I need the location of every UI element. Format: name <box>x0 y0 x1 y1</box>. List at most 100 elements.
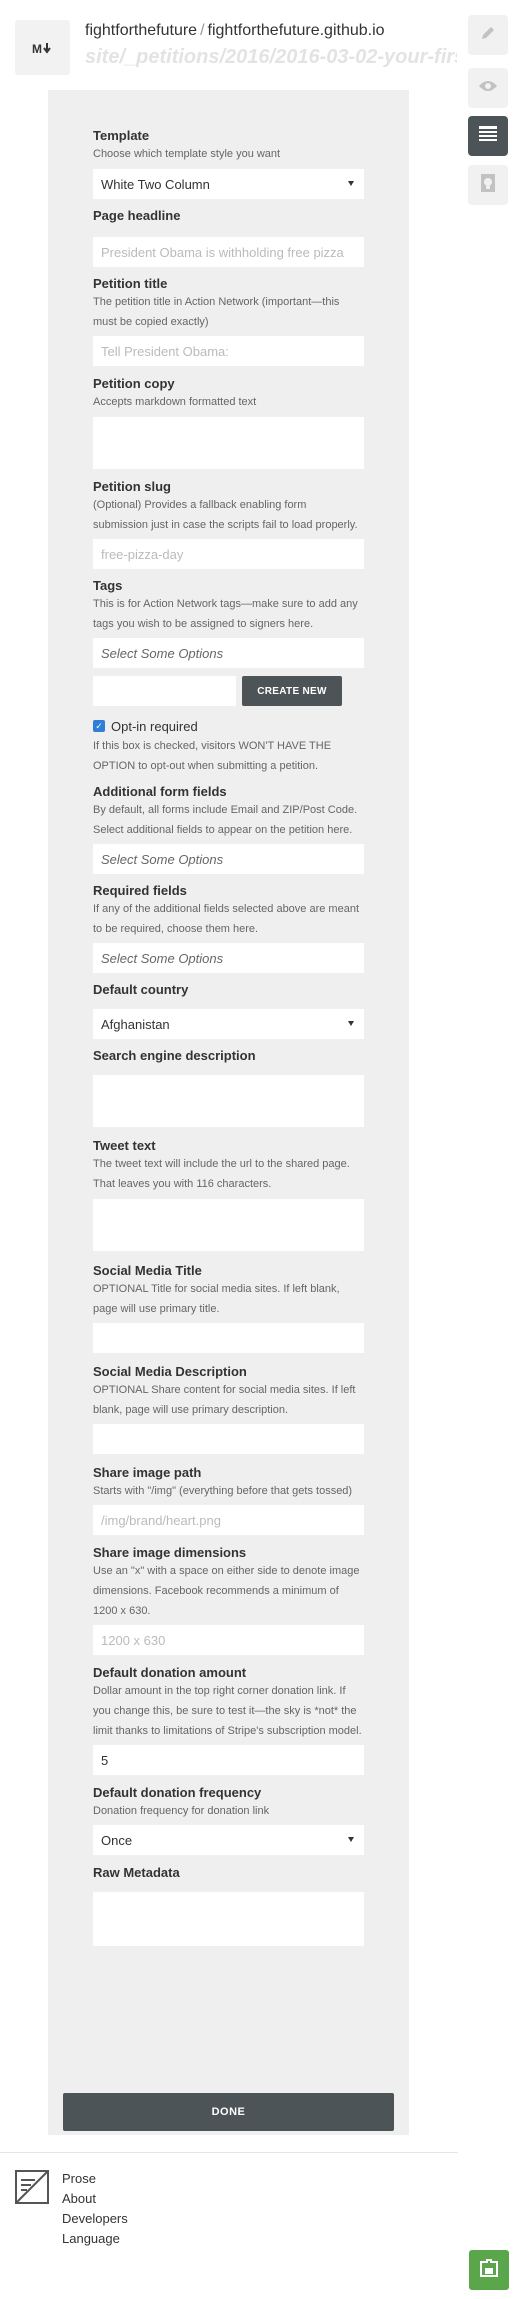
select-value: White Two Column <box>101 176 210 192</box>
optin-field: ✓ Opt-in required If this box is checked… <box>93 718 364 776</box>
repo-name-link[interactable]: fightforthefuture.github.io <box>208 22 385 39</box>
additional-fields-field: Additional form fields By default, all f… <box>93 784 364 874</box>
petition-title-field: Petition title The petition title in Act… <box>93 276 364 366</box>
tags-multiselect[interactable]: Select Some Options <box>93 638 364 668</box>
field-help: OPTIONAL Title for social media sites. I… <box>93 1283 340 1315</box>
field-label: Default country <box>93 982 189 997</box>
input-placeholder: Tell President Obama: <box>101 343 229 359</box>
input-value: 5 <box>101 1752 109 1768</box>
search-description-field: Search engine description <box>93 1048 364 1127</box>
list-icon <box>479 125 497 147</box>
default-country-field: Default country Afghanistan <box>93 982 364 1039</box>
petition-slug-input[interactable]: free-pizza-day <box>93 539 364 569</box>
field-help: By default, all forms include Email and … <box>93 804 358 836</box>
input-placeholder: Select Some Options <box>101 950 224 966</box>
footer-link-about[interactable]: About <box>62 2189 128 2209</box>
done-button[interactable]: DONE <box>63 2093 394 2131</box>
field-help: Starts with "/img" (everything before th… <box>93 1485 353 1497</box>
tweet-text-field: Tweet text The tweet text will include t… <box>93 1138 364 1251</box>
share-image-path-input[interactable]: /img/brand/heart.png <box>93 1505 364 1535</box>
markdown-logo-icon[interactable]: M <box>15 20 70 75</box>
save-button[interactable] <box>469 2250 509 2290</box>
field-help: This is for Action Network tags—make sur… <box>93 598 358 630</box>
share-image-dimensions-field: Share image dimensions Use an "x" with a… <box>93 1545 364 1655</box>
share-image-dimensions-input[interactable]: 1200 x 630 <box>93 1625 364 1655</box>
search-description-textarea[interactable] <box>93 1075 364 1127</box>
field-label: Share image dimensions <box>93 1545 247 1560</box>
file-path-title[interactable]: site/_petitions/2016/2016-03-02-your-fir… <box>85 46 457 69</box>
raw-metadata-field: Raw Metadata <box>93 1865 364 1946</box>
select-value: Once <box>101 1832 133 1848</box>
footer-link-prose[interactable]: Prose <box>62 2169 128 2189</box>
headline-field: Page headline President Obama is withhol… <box>93 208 364 267</box>
tags-field: Tags This is for Action Network tags—mak… <box>93 578 364 706</box>
petition-title-input[interactable]: Tell President Obama: <box>93 336 364 366</box>
donation-frequency-select[interactable]: Once <box>93 1825 364 1855</box>
field-help: (Optional) Provides a fallback enabling … <box>93 499 358 531</box>
petition-copy-field: Petition copy Accepts markdown formatted… <box>93 376 364 469</box>
repo-owner-link[interactable]: fightforthefuture <box>85 22 197 39</box>
field-help: If any of the additional fields selected… <box>93 903 360 935</box>
field-label: Tags <box>93 578 123 593</box>
field-label: Page headline <box>93 208 181 223</box>
social-description-field: Social Media Description OPTIONAL Share … <box>93 1364 364 1454</box>
headline-input[interactable]: President Obama is withholding free pizz… <box>93 237 364 267</box>
footer-link-language[interactable]: Language <box>62 2229 128 2249</box>
select-value: Afghanistan <box>101 1016 170 1032</box>
doc-settings-icon <box>479 173 497 198</box>
field-label: Template <box>93 128 150 143</box>
footer-link-developers[interactable]: Developers <box>62 2209 128 2229</box>
donation-amount-field: Default donation amount Dollar amount in… <box>93 1665 364 1775</box>
eye-icon <box>478 79 498 98</box>
input-placeholder: 1200 x 630 <box>101 1632 166 1648</box>
pencil-icon <box>479 24 497 47</box>
field-help: OPTIONAL Share content for social media … <box>93 1384 356 1416</box>
field-label: Petition copy <box>93 376 175 391</box>
prose-logo-icon[interactable] <box>15 2170 49 2204</box>
field-help: If this box is checked, visitors WON'T H… <box>93 740 332 772</box>
field-label: Social Media Title <box>93 1263 202 1278</box>
optin-checkbox[interactable]: ✓ <box>93 720 105 732</box>
petition-copy-textarea[interactable] <box>93 417 364 469</box>
share-image-path-field: Share image path Starts with "/img" (eve… <box>93 1465 364 1535</box>
field-label: Search engine description <box>93 1048 256 1063</box>
field-label: Petition slug <box>93 479 171 494</box>
donation-frequency-field: Default donation frequency Donation freq… <box>93 1785 364 1855</box>
footer-links: Prose About Developers Language <box>62 2169 128 2249</box>
new-tag-input[interactable] <box>93 676 236 706</box>
field-label: Default donation frequency <box>93 1785 262 1800</box>
default-country-select[interactable]: Afghanistan <box>93 1009 364 1039</box>
input-placeholder: free-pizza-day <box>101 546 184 562</box>
preview-button[interactable] <box>468 68 508 108</box>
create-new-tag-button[interactable]: CREATE NEW <box>242 676 342 706</box>
input-placeholder: President Obama is withholding free pizz… <box>101 244 344 260</box>
edit-button[interactable] <box>468 15 508 55</box>
donation-amount-input[interactable]: 5 <box>93 1745 364 1775</box>
required-fields-field: Required fields If any of the additional… <box>93 883 364 973</box>
template-select[interactable]: White Two Column <box>93 169 364 199</box>
metadata-button[interactable] <box>468 116 508 156</box>
save-icon <box>479 2258 499 2283</box>
field-label: Required fields <box>93 883 187 898</box>
social-title-input[interactable] <box>93 1323 364 1353</box>
footer-divider <box>0 2152 458 2153</box>
field-help: Choose which template style you want <box>93 148 281 160</box>
field-help: The tweet text will include the url to t… <box>93 1158 350 1190</box>
required-fields-multiselect[interactable]: Select Some Options <box>93 943 364 973</box>
field-label: Additional form fields <box>93 784 227 799</box>
field-label: Raw Metadata <box>93 1865 180 1880</box>
field-label: Social Media Description <box>93 1364 247 1379</box>
social-description-input[interactable] <box>93 1424 364 1454</box>
tweet-text-textarea[interactable] <box>93 1199 364 1251</box>
input-placeholder: Select Some Options <box>101 851 224 867</box>
field-label: Default donation amount <box>93 1665 247 1680</box>
svg-text:M: M <box>32 42 42 55</box>
additional-fields-multiselect[interactable]: Select Some Options <box>93 844 364 874</box>
field-help: Use an "x" with a space on either side t… <box>93 1565 360 1617</box>
settings-button[interactable] <box>468 165 508 205</box>
raw-metadata-textarea[interactable] <box>93 1892 364 1946</box>
template-field: Template Choose which template style you… <box>93 128 364 199</box>
caret-down-icon <box>348 1837 354 1842</box>
field-help: Dollar amount in the top right corner do… <box>93 1685 362 1737</box>
input-placeholder: Select Some Options <box>101 645 224 661</box>
